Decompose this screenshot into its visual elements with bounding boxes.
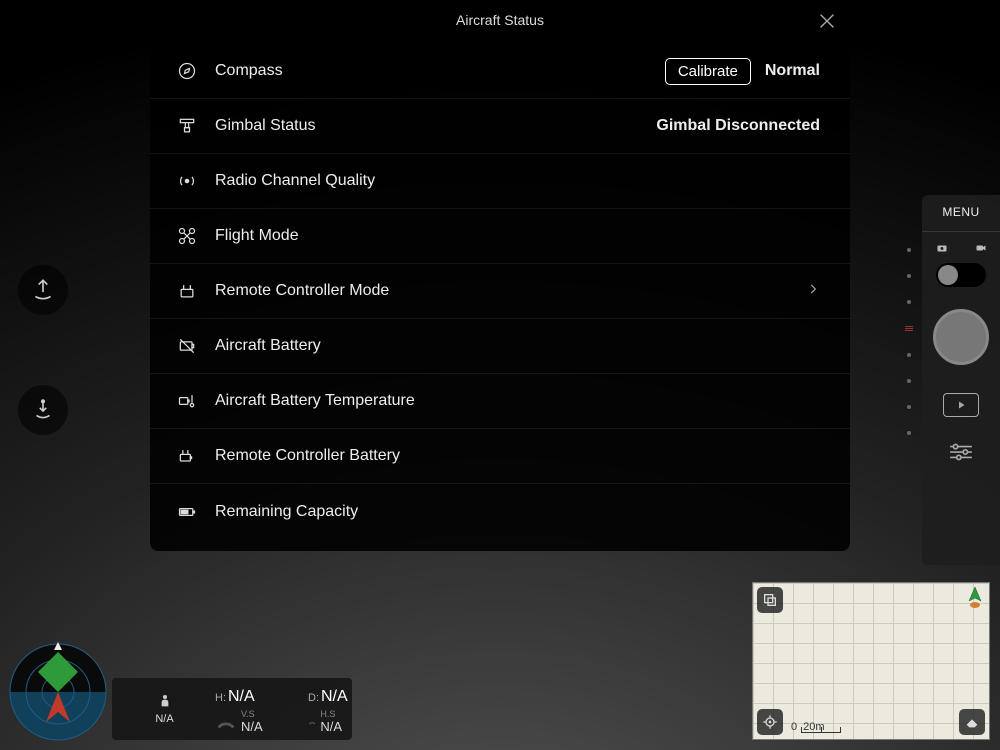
close-icon (816, 10, 838, 32)
telemetry-distance: D:N/A (308, 688, 342, 706)
row-label: Remaining Capacity (215, 503, 820, 521)
compass-icon (175, 59, 199, 83)
row-label: Gimbal Status (215, 117, 656, 135)
camera-menu-button[interactable]: MENU (922, 205, 1000, 232)
camera-settings-button[interactable] (948, 443, 974, 466)
exposure-scale (900, 248, 918, 435)
close-button[interactable] (816, 10, 838, 32)
calibrate-button[interactable]: Calibrate (665, 58, 751, 85)
toggle-knob (938, 265, 958, 285)
capacity-icon (175, 500, 199, 524)
row-label: Remote Controller Mode (215, 282, 796, 300)
status-row-flight-mode[interactable]: Flight Mode (150, 209, 850, 264)
exposure-center-icon (905, 326, 913, 331)
eraser-icon (964, 714, 980, 730)
return-home-button[interactable] (18, 385, 68, 435)
status-row-capacity[interactable]: Remaining Capacity (150, 484, 850, 539)
row-value: Normal (765, 62, 820, 80)
rc-battery-icon (175, 444, 199, 468)
status-row-radio[interactable]: Radio Channel Quality (150, 154, 850, 209)
battery-icon (175, 334, 199, 358)
video-mode-icon (973, 242, 989, 257)
gauge-icon (308, 711, 316, 733)
battery-temp-icon (175, 389, 199, 413)
row-label: Compass (215, 62, 665, 80)
playback-button[interactable] (943, 393, 979, 417)
photo-mode-icon (934, 242, 950, 257)
status-row-gimbal[interactable]: Gimbal Status Gimbal Disconnected (150, 99, 850, 154)
chevron-right-icon (806, 282, 820, 301)
photo-video-toggle[interactable] (936, 263, 986, 287)
row-label: Aircraft Battery Temperature (215, 392, 820, 410)
telemetry-vs: V.SN/A (215, 710, 300, 734)
scale-bar-icon (801, 727, 841, 733)
status-row-rc-mode[interactable]: Remote Controller Mode (150, 264, 850, 319)
telemetry-hs: H.SN/A (308, 710, 342, 734)
locate-icon (762, 714, 778, 730)
play-icon (955, 399, 967, 411)
status-row-battery[interactable]: Aircraft Battery (150, 319, 850, 374)
camera-mode-labels (922, 242, 1000, 257)
attitude-radar[interactable] (8, 642, 108, 742)
row-label: Aircraft Battery (215, 337, 820, 355)
row-label: Flight Mode (215, 227, 820, 245)
map-expand-button[interactable] (757, 587, 783, 613)
gimbal-icon (175, 114, 199, 138)
camera-panel: MENU (922, 195, 1000, 565)
radio-icon (175, 169, 199, 193)
person-icon (157, 693, 173, 709)
row-label: Remote Controller Battery (215, 447, 820, 465)
return-home-icon (30, 397, 56, 423)
remote-icon (175, 279, 199, 303)
mini-map[interactable]: 0 20m (752, 582, 990, 740)
map-layers-button[interactable] (959, 709, 985, 735)
shutter-button[interactable] (933, 309, 989, 365)
gauge-icon (215, 711, 237, 733)
aircraft-marker (967, 587, 983, 609)
takeoff-icon (30, 277, 56, 303)
status-row-battery-temp[interactable]: Aircraft Battery Temperature (150, 374, 850, 429)
telemetry-bar: H:N/A D:N/A N/A V.SN/A H.SN/A (112, 678, 352, 740)
modal-title: Aircraft Status (150, 0, 850, 44)
sliders-icon (948, 443, 974, 461)
vps-indicator: N/A (122, 693, 207, 725)
status-row-rc-battery[interactable]: Remote Controller Battery (150, 429, 850, 484)
expand-icon (762, 592, 778, 608)
drone-icon (175, 224, 199, 248)
status-row-compass[interactable]: Compass Calibrate Normal (150, 44, 850, 99)
aircraft-status-modal: Aircraft Status Compass Calibrate Normal… (150, 0, 850, 551)
row-value: Gimbal Disconnected (656, 117, 820, 135)
telemetry-height: H:N/A (215, 688, 300, 706)
row-label: Radio Channel Quality (215, 172, 820, 190)
map-locate-button[interactable] (757, 709, 783, 735)
takeoff-button[interactable] (18, 265, 68, 315)
map-scale: 0 20m (791, 721, 825, 733)
